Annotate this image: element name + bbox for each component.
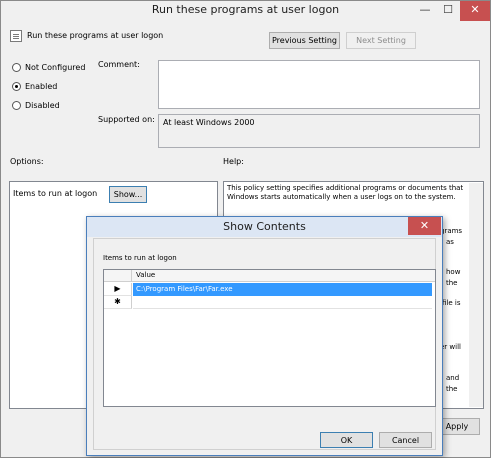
value-column-header[interactable]: Value xyxy=(136,271,155,279)
dialog-body: Items to run at logon Value ▶ C:\Program… xyxy=(93,238,436,450)
dialog-caption: Items to run at logon xyxy=(103,254,177,262)
value-cell[interactable]: C:\Program Files\Far\Far.exe xyxy=(133,283,432,296)
radio-disabled[interactable] xyxy=(12,101,21,110)
help-label: Help: xyxy=(223,157,244,166)
dialog-title: Show Contents xyxy=(223,220,306,233)
show-button[interactable]: Show... xyxy=(109,186,147,203)
window-title-bar[interactable]: Run these programs at user logon — ☐ ✕ xyxy=(1,1,490,21)
grid-corner xyxy=(104,270,132,282)
help-text-fragment: how xyxy=(446,268,461,276)
help-text-fragment: the xyxy=(446,385,458,393)
not-configured-label[interactable]: Not Configured xyxy=(25,63,85,72)
current-row-marker-icon[interactable]: ▶ xyxy=(104,283,132,296)
dialog-title-bar[interactable]: Show Contents ✕ xyxy=(87,217,442,237)
ok-button[interactable]: OK xyxy=(320,432,373,448)
help-text-fragment: and xyxy=(446,374,460,382)
show-contents-dialog: Show Contents ✕ Items to run at logon Va… xyxy=(86,216,443,456)
help-text-fragment: as xyxy=(446,238,454,246)
options-label: Options: xyxy=(10,157,44,166)
radio-enabled[interactable] xyxy=(12,82,21,91)
enabled-label[interactable]: Enabled xyxy=(25,82,57,91)
supported-on-label: Supported on: xyxy=(98,115,155,124)
new-value-cell[interactable] xyxy=(133,296,432,309)
values-grid: Value ▶ C:\Program Files\Far\Far.exe ✱ xyxy=(103,269,436,407)
help-text-fragment: file is xyxy=(442,299,461,307)
radio-not-configured[interactable] xyxy=(12,63,21,72)
comment-field[interactable] xyxy=(158,60,480,109)
comment-label: Comment: xyxy=(98,60,140,69)
supported-on-value: At least Windows 2000 xyxy=(158,114,480,148)
new-row-marker-icon[interactable]: ✱ xyxy=(104,296,132,309)
help-text-fragment: grams xyxy=(440,227,463,235)
policy-icon xyxy=(10,30,22,42)
grid-header: Value xyxy=(104,270,435,282)
minimize-icon[interactable]: — xyxy=(414,1,436,21)
previous-setting-button[interactable]: Previous Setting xyxy=(269,32,340,49)
help-text: This policy setting specifies additional… xyxy=(227,184,464,201)
policy-name: Run these programs at user logon xyxy=(27,31,164,40)
disabled-label[interactable]: Disabled xyxy=(25,101,60,110)
next-setting-button[interactable]: Next Setting xyxy=(346,32,416,49)
dialog-close-icon[interactable]: ✕ xyxy=(408,217,441,235)
close-icon[interactable]: ✕ xyxy=(460,1,490,21)
help-text-fragment: er will xyxy=(440,343,461,351)
cancel-button[interactable]: Cancel xyxy=(379,432,432,448)
help-text-fragment: the xyxy=(446,279,458,287)
maximize-icon[interactable]: ☐ xyxy=(437,1,459,21)
help-scrollbar[interactable] xyxy=(469,183,483,407)
items-to-run-label: Items to run at logon xyxy=(13,189,98,198)
